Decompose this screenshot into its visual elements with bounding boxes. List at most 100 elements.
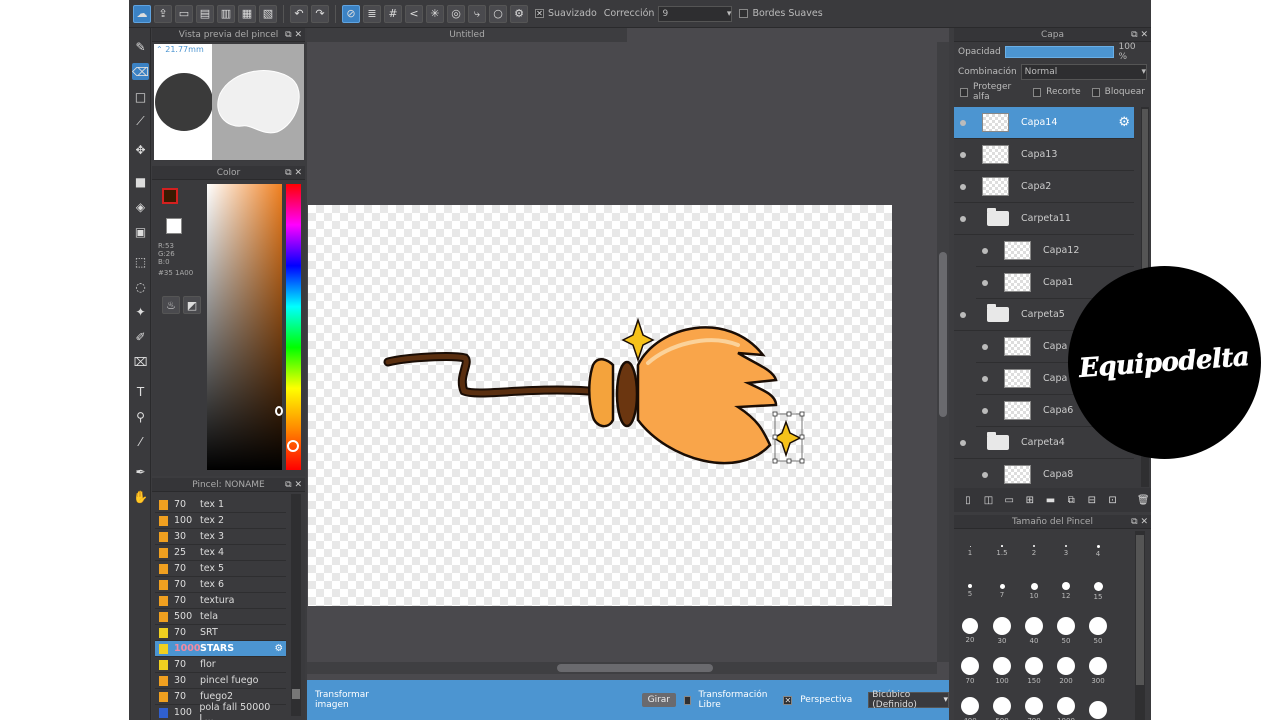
brush-size-cell[interactable]: 70 (954, 651, 986, 691)
visibility-eye-icon[interactable] (982, 248, 988, 254)
panel-buttons[interactable]: ⧉ ✕ (285, 478, 302, 492)
document-tab[interactable]: Untitled (307, 28, 627, 42)
fill-rect-icon[interactable]: ■ (132, 173, 149, 190)
clipping-checkbox[interactable] (1033, 87, 1042, 97)
panel-buttons[interactable]: ⧉ ✕ (1131, 28, 1148, 42)
brush-size-cell[interactable]: 40 (1018, 611, 1050, 651)
new-folder-icon[interactable]: ▬ (1043, 492, 1059, 508)
cloud-icon[interactable]: ☁ (133, 4, 151, 23)
transform-handle[interactable] (786, 458, 792, 464)
hue-slider[interactable] (286, 184, 301, 470)
lock-checkbox[interactable] (1091, 87, 1100, 97)
panel-buttons[interactable]: ⧉ ✕ (285, 28, 302, 42)
brush-item[interactable]: 25 tex 4 (155, 545, 286, 561)
duplicate-layer-icon[interactable]: ⧉ (1063, 492, 1079, 508)
new-1bit-layer-icon[interactable]: ▭ (1001, 492, 1017, 508)
operation-tool-icon[interactable]: ⚲ (132, 408, 149, 425)
message-icon[interactable]: ▤ (196, 4, 214, 23)
transform-handle[interactable] (772, 458, 778, 464)
delete-layer-icon[interactable]: 🗑 (1135, 492, 1151, 508)
redo-icon[interactable]: ↷ (311, 4, 329, 23)
opacity-slider[interactable] (1004, 46, 1115, 58)
brush-size-cell[interactable]: 300 (1082, 651, 1114, 691)
visibility-eye-icon[interactable] (982, 344, 988, 350)
line-tool-icon[interactable]: ⟋ (132, 113, 149, 130)
visibility-eye-icon[interactable] (982, 408, 988, 414)
color-saturation-field[interactable] (207, 184, 283, 470)
magic-wand-icon[interactable]: ✦ (132, 303, 149, 320)
visibility-eye-icon[interactable] (960, 216, 966, 222)
layer-folder-row[interactable]: Carpeta11 (954, 203, 1134, 235)
free-transform-checkbox[interactable] (684, 695, 691, 705)
bucket-tool-icon[interactable]: ◈ (132, 198, 149, 215)
brush-size-cell[interactable]: 1000 (1050, 691, 1082, 720)
drawing-canvas[interactable] (308, 205, 892, 606)
canvas-vscroll-thumb[interactable] (939, 252, 947, 417)
grid-view-icon[interactable]: ▦ (238, 4, 256, 23)
layout-icon[interactable]: ▧ (259, 4, 277, 23)
brush-item[interactable]: 500 tela (155, 609, 286, 625)
brush-item[interactable]: 100 tex 2 (155, 513, 286, 529)
layer-row[interactable]: Capa12 (976, 235, 1134, 267)
share-icon[interactable]: ⇪ (154, 4, 172, 23)
brush-size-cell[interactable]: 3 (1050, 531, 1082, 571)
size-scroll-thumb[interactable] (1136, 535, 1144, 685)
circle-snap-icon[interactable]: ○ (489, 4, 507, 23)
rotate-button[interactable]: Girar (641, 693, 676, 707)
brush-settings-icon[interactable]: ⚙ (274, 643, 283, 654)
brush-item[interactable]: 70 textura (155, 593, 286, 609)
brush-list-scroll-thumb[interactable] (292, 689, 300, 699)
layer-settings-icon[interactable]: ⊡ (1105, 492, 1121, 508)
brush-size-cell[interactable]: 100 (986, 651, 1018, 691)
brush-size-cell[interactable]: 20 (954, 611, 986, 651)
new-halftone-layer-icon[interactable]: ◫ (981, 492, 997, 508)
brush-item[interactable]: 1000 STARS ⚙ (155, 641, 286, 657)
curve-icon[interactable]: ⤷ (468, 4, 486, 23)
panel-buttons[interactable]: ⧉ ✕ (1131, 515, 1148, 529)
brush-size-cell[interactable]: 7 (986, 571, 1018, 611)
brush-item[interactable]: 70 tex 5 (155, 561, 286, 577)
transform-handle[interactable] (772, 411, 778, 417)
visibility-eye-icon[interactable] (982, 376, 988, 382)
perspective-checkbox[interactable] (783, 695, 793, 705)
layer-row[interactable]: Capa13 (954, 139, 1134, 171)
canvas-hscroll-thumb[interactable] (557, 664, 713, 672)
concentric-icon[interactable]: ◎ (447, 4, 465, 23)
transform-handle[interactable] (786, 411, 792, 417)
brush-size-cell[interactable]: 50 (1050, 611, 1082, 651)
brush-size-cell[interactable]: 30 (986, 611, 1018, 651)
move-tool-icon[interactable]: ✥ (132, 141, 149, 158)
transform-handle[interactable] (799, 458, 805, 464)
panel-buttons[interactable]: ⧉ ✕ (285, 166, 302, 180)
layer-row[interactable]: Capa14 ⚙ (954, 107, 1134, 139)
brush-size-cell[interactable]: 1.5 (986, 531, 1018, 571)
visibility-eye-icon[interactable] (960, 120, 966, 126)
smooth-option[interactable]: Suavizado (535, 8, 597, 19)
select-pen-icon[interactable]: ✐ (132, 328, 149, 345)
brush-size-cell[interactable] (1082, 691, 1114, 720)
brush-item[interactable]: 70 flor (155, 657, 286, 673)
hand-tool-icon[interactable]: ✋ (132, 488, 149, 505)
palette-icon[interactable]: ♨ (162, 296, 180, 314)
eraser-tool-icon[interactable]: ⌫ (132, 63, 149, 80)
comment-icon[interactable]: ▭ (175, 4, 193, 23)
primary-color-swatch[interactable] (162, 188, 178, 204)
merge-down-icon[interactable]: ⊟ (1084, 492, 1100, 508)
brush-item[interactable]: 70 SRT (155, 625, 286, 641)
brush-size-cell[interactable]: 50 (1082, 611, 1114, 651)
brush-item[interactable]: 70 tex 6 (155, 577, 286, 593)
color-picker-handle[interactable] (275, 406, 283, 416)
hue-slider-handle[interactable] (287, 440, 299, 452)
parallel-ruler-icon[interactable]: ≣ (363, 4, 381, 23)
select-rect-icon[interactable]: ⬚ (132, 253, 149, 270)
grid-snap-icon[interactable]: # (384, 4, 402, 23)
visibility-eye-icon[interactable] (960, 184, 966, 190)
undo-icon[interactable]: ↶ (290, 4, 308, 23)
brush-size-cell[interactable]: 700 (1018, 691, 1050, 720)
visibility-eye-icon[interactable] (982, 472, 988, 478)
brush-size-cell[interactable]: 150 (1018, 651, 1050, 691)
perspective-icon[interactable]: < (405, 4, 423, 23)
canvas-horizontal-scrollbar[interactable] (307, 662, 937, 674)
layer-row[interactable]: Capa8 (976, 459, 1134, 487)
transform-handle[interactable] (799, 434, 805, 440)
